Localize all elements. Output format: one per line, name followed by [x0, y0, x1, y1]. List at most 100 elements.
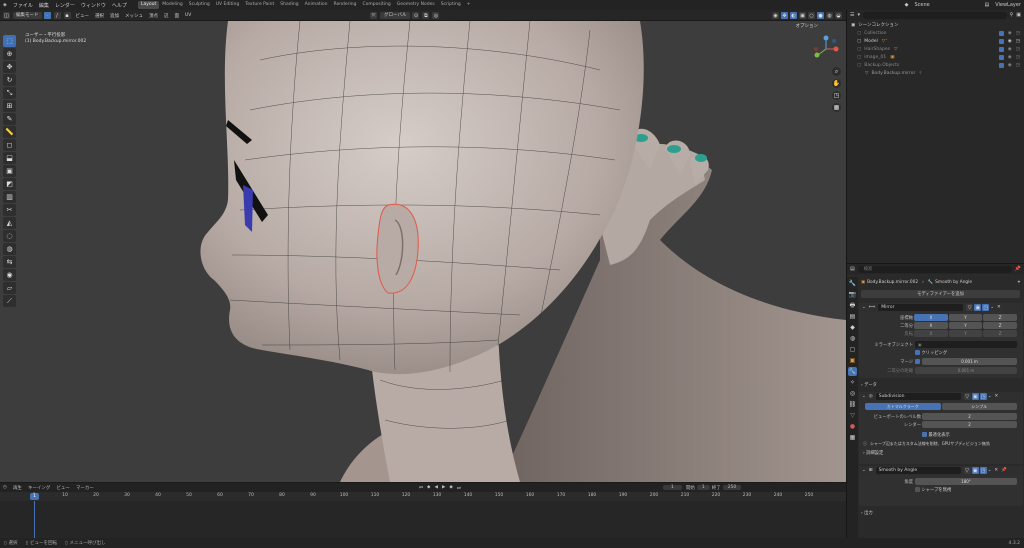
camera-render-icon[interactable]: ◳	[1016, 39, 1020, 44]
smooth-tool[interactable]: ◍	[3, 243, 16, 255]
collapse-icon[interactable]: ⌄	[862, 305, 866, 310]
flip-y-toggle[interactable]: Y	[948, 330, 983, 337]
jump-end-icon[interactable]: ⏭	[455, 485, 463, 491]
exclude-checkbox[interactable]	[998, 38, 1004, 44]
subdivision-name-field[interactable]: Subdivision	[875, 393, 961, 400]
editmode-toggle-icon[interactable]: ▽	[966, 304, 974, 311]
camera-render-icon[interactable]: ◳	[1016, 47, 1020, 52]
tab-texture-paint[interactable]: Texture Paint	[242, 1, 277, 9]
axis-z-toggle[interactable]: Z	[983, 314, 1017, 321]
editor-type-icon[interactable]: ◫	[3, 12, 10, 19]
material-shading-icon[interactable]: ◍	[826, 12, 833, 19]
proportional-edit-icon[interactable]: ◎	[432, 12, 440, 19]
viewport-levels-field[interactable]: 2	[922, 413, 1017, 420]
menu-marker[interactable]: マーカー	[73, 485, 97, 491]
outliner-row-backup-objects[interactable]: ▢ Backup.Objects ◉ ◳	[851, 61, 1020, 69]
mirror-name-field[interactable]: Mirror	[878, 304, 964, 311]
bisect-distance-field[interactable]: 0.001 m	[915, 367, 1017, 374]
collapse-icon[interactable]: ⌄	[862, 394, 866, 399]
ortho-grid-icon[interactable]: ▦	[832, 103, 841, 112]
axis-y-toggle[interactable]: Y	[948, 314, 983, 321]
menu-add[interactable]: 追加	[108, 13, 121, 19]
annotate-tool[interactable]: ✎	[3, 113, 16, 125]
playhead[interactable]	[34, 501, 35, 538]
current-frame-field[interactable]: 1	[662, 485, 682, 490]
3d-viewport[interactable]: ユーザー・平行投影 (1) Body.Backup.mirror.002 ⬚ ⊕…	[0, 21, 846, 482]
cursor-tool[interactable]: ⊕	[3, 48, 16, 60]
eye-icon[interactable]: ◉	[1008, 55, 1012, 60]
camera-icon[interactable]: ◳	[832, 91, 841, 100]
outliner-row-model[interactable]: ▢ Model ▽ᐩ ◉ ◳	[851, 37, 1020, 45]
tab-compositing[interactable]: Compositing	[360, 1, 394, 9]
play-icon[interactable]: ▶	[440, 485, 447, 490]
navigation-gizmo[interactable]	[812, 35, 840, 63]
bevel-tool[interactable]: ◩	[3, 178, 16, 190]
render-toggle-icon[interactable]: ◳	[979, 467, 987, 474]
editmode-toggle-icon[interactable]: ▽	[963, 467, 971, 474]
vertex-select-icon[interactable]: ·	[43, 12, 51, 19]
scene-name[interactable]: Scene	[911, 2, 981, 8]
pin-icon[interactable]: ⌖	[1018, 280, 1020, 285]
snap-icon[interactable]: ⧉	[422, 12, 430, 19]
output-tab-icon[interactable]: 🖶	[848, 301, 857, 310]
optimal-display-checkbox[interactable]	[922, 432, 927, 437]
viewport-toggle-icon[interactable]: ▣	[971, 393, 979, 400]
axis-x-toggle[interactable]: X	[914, 314, 948, 321]
viewport-toggle-icon[interactable]: ▣	[971, 467, 979, 474]
xray-icon[interactable]: ▣	[799, 12, 806, 19]
spin-tool[interactable]: ◌	[3, 230, 16, 242]
menu-face[interactable]: 面	[173, 13, 182, 19]
menu-help[interactable]: ヘルプ	[109, 2, 130, 9]
start-frame-field[interactable]: 1	[696, 485, 710, 490]
dropdown-icon[interactable]: ⌄	[990, 305, 994, 310]
loop-cut-tool[interactable]: ▥	[3, 191, 16, 203]
camera-render-icon[interactable]: ◳	[1016, 63, 1020, 68]
menu-view[interactable]: ビュー	[74, 13, 92, 19]
remove-modifier-icon[interactable]: ✕	[995, 394, 999, 399]
zoom-icon[interactable]: ⌕	[832, 67, 841, 76]
menu-vertex[interactable]: 頂点	[147, 13, 160, 19]
scene-tab-icon[interactable]: ◆	[848, 323, 857, 332]
angle-field[interactable]: 180°	[915, 478, 1017, 485]
clipping-checkbox[interactable]	[915, 350, 920, 355]
edge-slide-tool[interactable]: ⇆	[3, 256, 16, 268]
menu-keying[interactable]: キーイング	[25, 485, 54, 491]
collapse-icon[interactable]: ⌄	[862, 468, 866, 473]
face-select-icon[interactable]: ▪	[63, 12, 71, 19]
ignore-sharpness-checkbox[interactable]	[915, 487, 920, 492]
tab-scripting[interactable]: Scripting	[438, 1, 464, 9]
smooth-name-field[interactable]: Smooth by Angle	[875, 467, 961, 474]
remove-modifier-icon[interactable]: ✕	[994, 468, 998, 473]
tab-layout[interactable]: Layout	[137, 1, 160, 9]
transform-orientation[interactable]: グローバル	[380, 12, 411, 19]
tab-rendering[interactable]: Rendering	[331, 1, 360, 9]
frame-ruler[interactable]: 0102030405060708090100110120130140150160…	[0, 492, 846, 501]
object-tab-icon[interactable]: ▣	[848, 356, 857, 365]
add-cube-tool[interactable]: ◻	[3, 139, 16, 151]
jump-start-icon[interactable]: ⏮	[417, 485, 425, 491]
output-subpanel[interactable]: › 出力	[861, 510, 873, 516]
wireframe-shading-icon[interactable]: ○	[808, 12, 815, 19]
menu-timeline-view[interactable]: ビュー	[53, 485, 73, 491]
knife-tool[interactable]: ✂	[3, 204, 16, 216]
add-modifier-button[interactable]: モディファイアーを追加	[861, 290, 1020, 298]
shear-tool[interactable]: ▱	[3, 282, 16, 294]
menu-edit[interactable]: 編集	[36, 2, 52, 9]
display-mode-icon[interactable]: ▾	[857, 12, 860, 18]
new-collection-icon[interactable]: ▣	[1016, 12, 1021, 18]
merge-distance-field[interactable]: 0.001 m	[922, 358, 1017, 365]
editmode-toggle-icon[interactable]: ▽	[963, 393, 971, 400]
pan-hand-icon[interactable]: ✋	[832, 79, 841, 88]
blender-logo-icon[interactable]: ◈	[0, 2, 10, 8]
view-layer-name[interactable]: ViewLayer	[992, 2, 1024, 8]
rotate-tool[interactable]: ↻	[3, 74, 16, 86]
menu-edge[interactable]: 辺	[162, 13, 171, 19]
modifier-tab-icon[interactable]: 🔧	[848, 367, 857, 376]
dropdown-icon[interactable]: ⌄	[988, 394, 992, 399]
poly-build-tool[interactable]: ◭	[3, 217, 16, 229]
tab-animation[interactable]: Animation	[302, 1, 331, 9]
exclude-checkbox[interactable]	[998, 62, 1004, 68]
measure-tool[interactable]: 📏	[3, 126, 16, 138]
tab-geometry-nodes[interactable]: Geometry Nodes	[394, 1, 438, 9]
shrink-tool[interactable]: ◉	[3, 269, 16, 281]
